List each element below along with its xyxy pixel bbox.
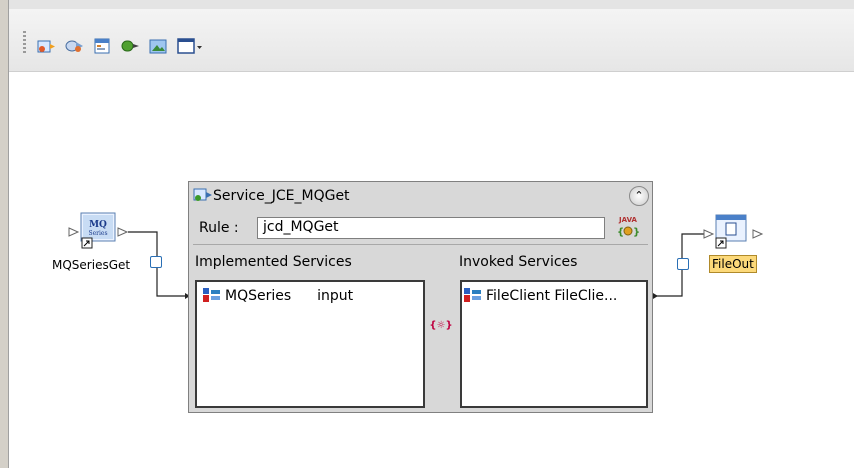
invoked-service-row[interactable]: FileClient FileClie... (464, 288, 617, 304)
implemented-services-label: Implemented Services (195, 254, 352, 270)
implemented-service-row[interactable]: MQSeries input (203, 288, 353, 304)
service-title: Service_JCE_MQGet (213, 188, 350, 204)
implemented-service-op: input (317, 288, 354, 304)
java-editor-button[interactable]: JAVA { } (613, 216, 643, 240)
double-chevron-up-icon: ⌃ (634, 189, 644, 202)
java-gear-icon: { } (617, 226, 640, 238)
rule-input[interactable]: jcd_MQGet (257, 217, 605, 239)
mapping-icon: {☼} (429, 320, 453, 331)
file-out-label[interactable]: FileOut (709, 255, 757, 273)
mq-series-get-label: MQSeriesGet (52, 258, 131, 272)
service-title-icon (193, 188, 212, 201)
mq-icon-text-top: MQ (89, 220, 107, 230)
service-box[interactable]: Service_JCE_MQGet ⌃ Rule : jcd_MQGet JAV… (188, 181, 653, 413)
file-out-icon[interactable] (712, 214, 752, 250)
file-input-port[interactable] (677, 258, 689, 270)
implemented-service-name: MQSeries (225, 288, 292, 304)
invoked-services-label: Invoked Services (459, 254, 578, 270)
rule-label: Rule : (199, 220, 239, 236)
file-output-arrow-icon (752, 229, 764, 239)
mq-icon-text-bottom: Series (88, 230, 107, 237)
collapse-button[interactable]: ⌃ (629, 186, 649, 206)
svg-text:{: { (617, 227, 624, 237)
mq-series-get-icon[interactable]: MQ Series (80, 212, 116, 250)
service-node-icon (464, 288, 481, 302)
svg-text:}: } (633, 227, 639, 237)
invoked-service-op: FileClie... (554, 288, 618, 304)
java-badge-text: JAVA (619, 216, 637, 224)
implemented-services-panel[interactable]: MQSeries input (195, 280, 425, 408)
wire-arrow-out (653, 293, 658, 299)
mq-output-arrow-icon (117, 227, 129, 237)
invoked-services-panel[interactable]: FileClient FileClie... (460, 280, 648, 408)
mq-input-arrow-icon (68, 227, 80, 237)
service-node-icon (203, 288, 220, 302)
mq-output-port[interactable] (150, 256, 162, 268)
rule-separator (193, 244, 648, 245)
invoked-service-name: FileClient (486, 288, 550, 304)
